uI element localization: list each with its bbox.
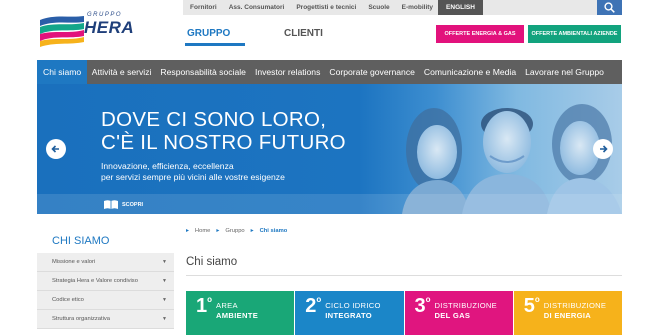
nav-item-attivita[interactable]: Attività e servizi [87,60,156,84]
breadcrumb: ▸ Home ▸ Gruppo ▸ Chi siamo [186,228,287,234]
tile-line1: CICLO IDRICO [325,301,381,310]
hera-logo[interactable]: GRUPPO HERA [38,12,135,48]
hero-subtitle-line1: Innovazione, efficienza, eccellenza [101,161,234,171]
tile-distribuzione-gas[interactable]: 3o DISTRIBUZIONE DEL GAS [404,291,513,335]
page-title: Chi siamo [186,256,238,268]
hero-subtitle-line2: per servizi sempre più vicini alle vostr… [101,172,285,182]
search-button[interactable] [597,0,622,15]
sidebar-item-label: Strategia Hera e Valore condiviso [52,278,138,284]
main-nav: Chi siamo Attività e servizi Responsabil… [37,60,622,84]
sidebar-title: CHI SIAMO [52,235,110,247]
book-icon [104,200,118,209]
breadcrumb-arrow-icon: ▸ [216,228,220,234]
utility-link-emobility[interactable]: E-mobility [396,4,439,11]
hero-carousel: DOVE CI SONO LORO, C'È IL NOSTRO FUTURO … [37,84,622,214]
tile-line2: DI ENERGIA [543,311,592,320]
arrow-right-icon [600,145,608,153]
tile-number: 1o [196,295,213,317]
nav-item-comunicazione[interactable]: Comunicazione e Media [419,60,520,84]
logo-name-text: HERA [84,18,135,37]
breadcrumb-arrow-icon: ▸ [186,228,189,234]
scopri-label: SCOPRI [122,201,144,208]
tile-line2: DEL GAS [434,311,471,320]
hero-title-line2: C'È IL NOSTRO FUTURO [101,131,346,154]
tile-ciclo-idrico[interactable]: 2o CICLO IDRICO INTEGRATO [295,291,404,335]
chevron-down-icon: ▼ [162,278,167,284]
tile-number: 2o [305,295,322,317]
scopri-button[interactable]: SCOPRI [103,199,143,210]
nav-item-responsabilita[interactable]: Responsabilità sociale [156,60,251,84]
nav-item-investor[interactable]: Investor relations [250,60,324,84]
breadcrumb-arrow-icon: ▸ [250,228,254,234]
utility-link-progettisti[interactable]: Progettisti e tecnici [290,4,362,11]
page: { "logo": {"group": "GRUPPO", "name": "H… [0,0,650,335]
sidebar-item-struttura[interactable]: Struttura organizzativa ▼ [37,310,174,329]
hero-title-line1: DOVE CI SONO LORO, [101,108,327,131]
tab-clienti[interactable]: CLIENTI [284,28,323,39]
breadcrumb-current: Chi siamo [259,228,288,234]
tile-number: 3o [414,295,431,317]
chevron-down-icon: ▼ [162,259,167,265]
tile-line2: AMBIENTE [216,311,259,320]
tab-gruppo-underline [185,43,245,46]
offerte-energia-gas-button[interactable]: OFFERTE ENERGIA & GAS [436,25,524,43]
utility-bar: Fornitori Ass. Consumatori Progettisti e… [183,0,622,15]
breadcrumb-gruppo[interactable]: Gruppo [225,228,244,234]
utility-link-consumatori[interactable]: Ass. Consumatori [223,4,291,11]
sidebar-item-strategia[interactable]: Strategia Hera e Valore condiviso ▼ [37,272,174,291]
language-english-button[interactable]: ENGLISH [438,0,483,15]
sidebar-menu: Missione e valori ▼ Strategia Hera e Val… [37,253,174,329]
sidebar-item-label: Codice etico [52,297,84,303]
search-icon [604,2,615,13]
sidebar-item-label: Missione e valori [52,259,96,265]
chevron-down-icon: ▼ [162,316,167,322]
nav-item-governance[interactable]: Corporate governance [325,60,420,84]
sidebar-item-codice-etico[interactable]: Codice etico ▼ [37,291,174,310]
utility-link-scuole[interactable]: Scuole [362,4,395,11]
utility-link-fornitori[interactable]: Fornitori [183,4,223,11]
chevron-down-icon: ▼ [162,297,167,303]
tile-line1: AREA [216,301,238,310]
sidebar-item-label: Struttura organizzativa [52,316,110,322]
offerte-ambientali-button[interactable]: OFFERTE AMBIENTALI AZIENDE [528,25,621,43]
nav-item-chi-siamo[interactable]: Chi siamo [37,60,88,84]
tab-gruppo[interactable]: GRUPPO [187,28,230,39]
breadcrumb-home[interactable]: Home [195,228,210,234]
hera-logo-mark-icon [40,16,84,47]
carousel-next-button[interactable] [593,139,613,159]
carousel-prev-button[interactable] [46,139,66,159]
tile-line1: DISTRIBUZIONE [434,301,498,310]
tile-line1: DISTRIBUZIONE [543,301,607,310]
nav-item-lavorare[interactable]: Lavorare nel Gruppo [521,60,609,84]
business-area-tiles: 1o AREA AMBIENTE 2o CICLO IDRICO INTEGRA… [186,291,622,335]
tile-line2: INTEGRATO [325,311,372,320]
tile-distribuzione-energia[interactable]: 5o DISTRIBUZIONE DI ENERGIA [513,291,622,335]
arrow-left-icon [51,145,59,153]
tile-number: 5o [523,295,540,317]
tile-area-ambiente[interactable]: 1o AREA AMBIENTE [186,291,295,335]
sidebar-item-missione[interactable]: Missione e valori ▼ [37,253,174,272]
title-divider [186,275,622,276]
